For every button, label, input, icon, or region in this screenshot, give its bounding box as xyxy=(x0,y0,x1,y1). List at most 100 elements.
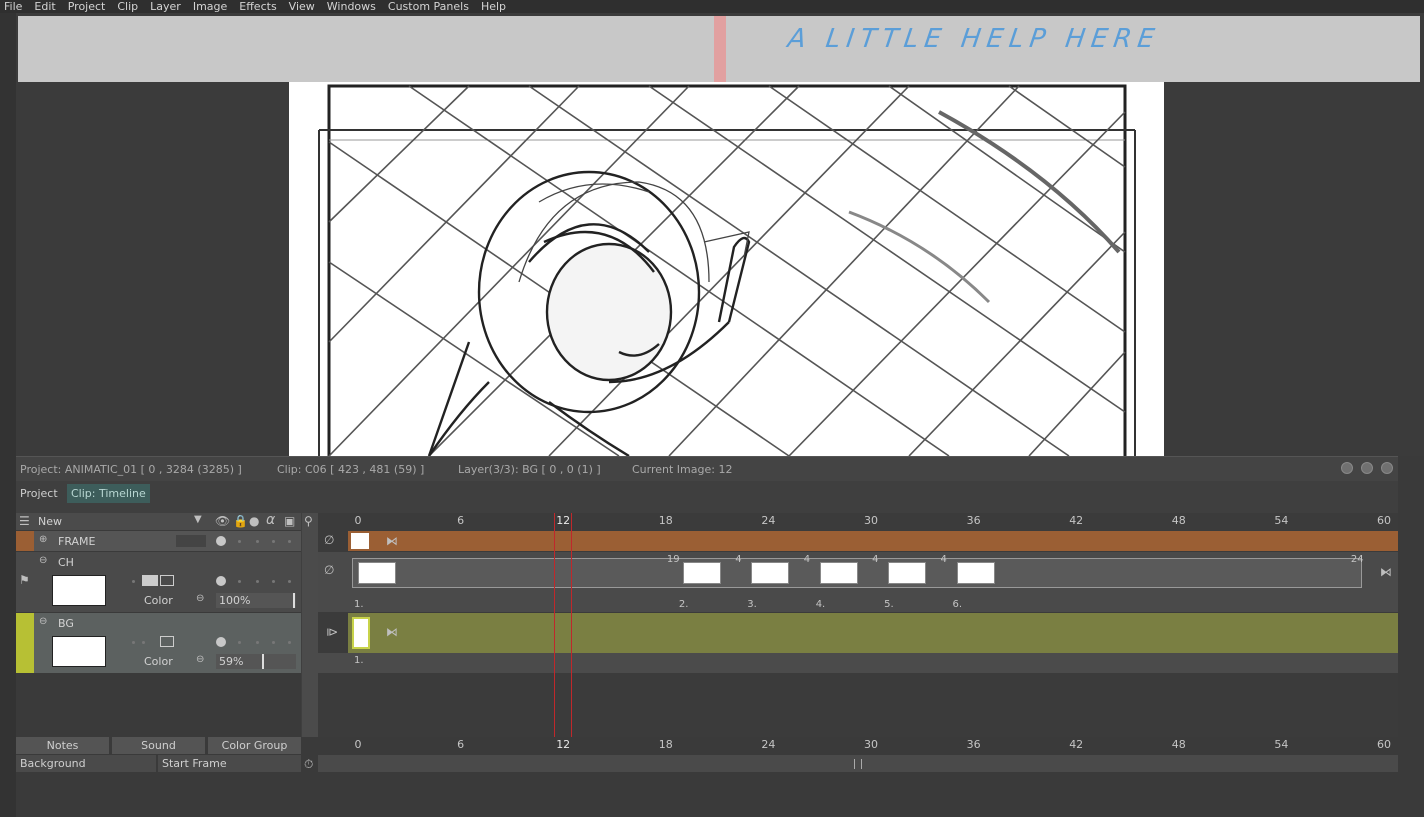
arrow-left-icon[interactable]: ⧐ xyxy=(326,626,338,638)
flag-dot[interactable] xyxy=(142,641,145,644)
tab-clip-timeline[interactable]: Clip: Timeline xyxy=(67,484,150,503)
menu-effects[interactable]: Effects xyxy=(233,0,282,13)
handwritten-note: A LITTLE HELP HERE xyxy=(785,24,1163,54)
track-frame[interactable]: ∅ ⧑ xyxy=(318,531,1398,551)
menu-edit[interactable]: Edit xyxy=(28,0,61,13)
visibility-dot[interactable] xyxy=(216,637,226,647)
cel-bg-1[interactable] xyxy=(352,617,370,649)
arrow-right-icon[interactable]: ⧑ xyxy=(386,626,398,638)
cel-thumbnail[interactable] xyxy=(751,562,790,584)
color-group-tab[interactable]: Color Group xyxy=(208,737,301,754)
frame-ruler-bottom[interactable]: 0 6 12 18 24 30 36 42 48 54 60 xyxy=(318,737,1398,754)
cel-length: 4 xyxy=(940,554,947,565)
flag-dot[interactable] xyxy=(238,641,241,644)
expand-icon[interactable]: ⊕ xyxy=(39,535,47,545)
visibility-dot[interactable] xyxy=(216,536,226,546)
cel-frame-1[interactable] xyxy=(351,533,369,549)
ruler-bottom-tick-label: 48 xyxy=(1171,738,1186,751)
layer-row-ch[interactable]: ⚑ ⊖ CH Color ⊖ 100% xyxy=(16,552,301,612)
new-layer-dropdown[interactable]: New xyxy=(38,515,62,528)
menu-image[interactable]: Image xyxy=(187,0,233,13)
empty-cel-icon[interactable]: ∅ xyxy=(324,534,334,546)
alpha-icon[interactable]: α xyxy=(266,513,275,527)
menu-file[interactable]: File xyxy=(0,0,28,13)
playhead[interactable] xyxy=(554,513,573,737)
sync-icon[interactable] xyxy=(142,575,158,586)
layer-scroll-column[interactable]: ⚲ xyxy=(302,513,318,737)
start-frame-select[interactable]: Start Frame xyxy=(158,755,301,773)
layer-row-frame[interactable]: ⊕ FRAME xyxy=(16,531,301,551)
collapse-icon[interactable]: ⊖ xyxy=(39,617,47,627)
cel-thumbnail[interactable] xyxy=(358,562,396,584)
arrow-right-icon[interactable]: ⧑ xyxy=(386,535,398,547)
sound-tab[interactable]: Sound xyxy=(112,737,205,754)
menu-windows[interactable]: Windows xyxy=(321,0,382,13)
restore-icon[interactable] xyxy=(1361,462,1373,474)
flag-dot[interactable] xyxy=(256,641,259,644)
tab-project[interactable]: Project xyxy=(16,484,62,503)
lock-icon[interactable]: 🔒 xyxy=(233,515,248,527)
close-icon[interactable] xyxy=(1381,462,1393,474)
opacity-handle-ch[interactable] xyxy=(293,593,295,608)
cel-thumbnail[interactable] xyxy=(682,562,721,584)
layer-row-bg[interactable]: ⊖ BG Color ⊖ 59% xyxy=(16,613,301,673)
tag-icon[interactable]: ⚑ xyxy=(19,574,30,586)
minus-icon[interactable]: ⊖ xyxy=(196,594,204,604)
flag-dot[interactable] xyxy=(288,641,291,644)
menu-clip[interactable]: Clip xyxy=(111,0,144,13)
flag-dot[interactable] xyxy=(238,580,241,583)
flag-dot[interactable] xyxy=(272,540,275,543)
drawing-canvas[interactable] xyxy=(289,82,1164,456)
ruler-bottom-tick-label: 36 xyxy=(966,738,981,751)
cel-thumbnail[interactable] xyxy=(956,562,995,584)
opacity-slider-ch[interactable]: 100% xyxy=(216,593,296,608)
background-select[interactable]: Background xyxy=(16,755,156,773)
flag-dot[interactable] xyxy=(256,580,259,583)
menu-project[interactable]: Project xyxy=(62,0,112,13)
collapse-icon[interactable]: ⊖ xyxy=(39,556,47,566)
menu-layer[interactable]: Layer xyxy=(144,0,187,13)
empty-cel-icon[interactable]: ∅ xyxy=(324,564,334,576)
layers-icon[interactable]: ☰ xyxy=(19,515,30,527)
flag-dot[interactable] xyxy=(288,540,291,543)
frame-ruler[interactable]: 0 6 12 18 24 30 36 42 48 54 60 xyxy=(318,513,1398,530)
timeline-bottom-bar: Notes Sound Color Group Background Start… xyxy=(16,737,1398,773)
opacity-handle-bg[interactable] xyxy=(262,654,264,669)
menu-custom-panels[interactable]: Custom Panels xyxy=(382,0,475,13)
cel-thumbnail[interactable] xyxy=(888,562,927,584)
color-label: Color xyxy=(144,594,173,607)
flag-dot[interactable] xyxy=(272,580,275,583)
minimize-icon[interactable] xyxy=(1341,462,1353,474)
image-viewer[interactable]: A LITTLE HELP HERE xyxy=(16,13,1424,456)
eye-icon[interactable]: 👁 xyxy=(215,515,230,527)
flag-dot[interactable] xyxy=(288,580,291,583)
track-ch[interactable]: ∅ ⧑ 1. 19 2. 4 3. 4 4. 4 5. 4 6. 24 xyxy=(318,552,1398,612)
mask-icon[interactable]: ▣ xyxy=(284,515,295,527)
scroll-handle[interactable] xyxy=(854,759,862,769)
flag-dot[interactable] xyxy=(132,641,135,644)
flag-dot[interactable] xyxy=(238,540,241,543)
track-area[interactable]: 0 6 12 18 24 30 36 42 48 54 60 ∅ ⧑ ∅ ⧑ 1. 19 2. 4 3. 4 4… xyxy=(318,513,1398,737)
minus-icon[interactable]: ⊖ xyxy=(196,655,204,665)
zoom-icon[interactable]: ⚲ xyxy=(304,515,313,527)
visibility-dot[interactable] xyxy=(216,576,226,586)
stopwatch-icon[interactable]: ⏱ xyxy=(304,758,313,770)
cel-thumbnail[interactable] xyxy=(819,562,858,584)
ruler-tick-label: 6 xyxy=(457,514,465,527)
flag-dot[interactable] xyxy=(256,540,259,543)
opacity-slider-bg[interactable]: 59% xyxy=(216,654,296,669)
notes-tab[interactable]: Notes xyxy=(16,737,109,754)
menu-view[interactable]: View xyxy=(283,0,321,13)
layer-opacity-mini[interactable] xyxy=(176,535,206,547)
bulb-icon[interactable]: ● xyxy=(249,515,259,527)
chevron-down-icon[interactable]: ▼ xyxy=(194,515,202,525)
layer-thumbnail-bg xyxy=(52,636,106,667)
flag-dot[interactable] xyxy=(132,580,135,583)
flag-dot[interactable] xyxy=(272,641,275,644)
arrow-right-icon[interactable]: ⧑ xyxy=(1380,566,1392,578)
add-keyframe-icon[interactable] xyxy=(160,575,174,586)
track-bg[interactable]: ⧐ ⧑ xyxy=(318,613,1398,653)
timeline-scrollbar[interactable] xyxy=(318,755,1398,773)
add-keyframe-icon[interactable] xyxy=(160,636,174,647)
menu-help[interactable]: Help xyxy=(475,0,512,13)
